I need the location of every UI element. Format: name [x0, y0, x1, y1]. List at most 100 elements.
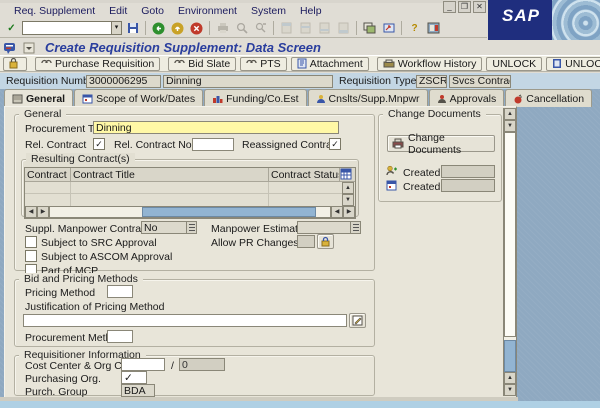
- tab-approvals[interactable]: Approvals: [428, 89, 505, 107]
- last-page-icon[interactable]: [335, 20, 352, 36]
- suppl-manpower-combo[interactable]: No: [141, 221, 197, 234]
- display-change-toggle-button[interactable]: [3, 56, 27, 71]
- scroll-up-icon[interactable]: ▲: [504, 108, 516, 120]
- allow-pr-changes-label: Allow PR Changes: [211, 237, 299, 249]
- tab-label: Cancellation: [526, 92, 585, 105]
- scroll-up-icon[interactable]: ▲: [342, 182, 354, 194]
- attachment-button[interactable]: Attachment: [290, 56, 369, 71]
- src-approval-checkbox[interactable]: [25, 236, 37, 248]
- pricing-method-input[interactable]: [107, 285, 133, 298]
- scrollbar-thumb[interactable]: [142, 207, 316, 217]
- button-label: Workflow History: [397, 57, 477, 70]
- first-page-icon[interactable]: [278, 20, 295, 36]
- req-type-code-field[interactable]: ZSCR: [416, 74, 447, 88]
- table-row[interactable]: [25, 182, 342, 194]
- rel-contract-label: Rel. Contract: [25, 139, 87, 151]
- menu-environment[interactable]: Environment: [178, 5, 237, 17]
- new-session-icon[interactable]: [361, 20, 378, 36]
- layout-menu-icon[interactable]: [23, 42, 35, 54]
- req-number-field[interactable]: 3000006295: [86, 74, 161, 88]
- cancel-icon[interactable]: [188, 20, 205, 36]
- save-icon[interactable]: [124, 20, 141, 36]
- minimize-icon[interactable]: _: [443, 1, 456, 13]
- lock-icon[interactable]: [317, 234, 334, 249]
- tab-scope-of-work-dates[interactable]: Scope of Work/Dates: [74, 89, 204, 107]
- unlock-justification-button[interactable]: UNLOCK JUSTIFICATION: [546, 56, 600, 71]
- req-type-text-field[interactable]: Svcs Contract by CD: [449, 74, 511, 88]
- tab-funding-co-est[interactable]: Funding/Co.Est: [204, 89, 307, 107]
- menu-goto[interactable]: Goto: [141, 5, 164, 17]
- find-next-icon[interactable]: [252, 20, 269, 36]
- print-icon[interactable]: [214, 20, 231, 36]
- scroll-left-icon[interactable]: ◀: [331, 206, 343, 218]
- req-title-field[interactable]: Dinning: [163, 74, 333, 88]
- menu-req-supplement[interactable]: Req. Supplement: [14, 5, 95, 17]
- separator-slash: /: [171, 360, 174, 372]
- column-header[interactable]: Contract No: [25, 168, 71, 181]
- dropdown-icon[interactable]: [350, 222, 360, 233]
- rel-contract-no-input[interactable]: [192, 138, 234, 151]
- menu-system[interactable]: System: [251, 5, 286, 17]
- command-input[interactable]: ▾: [22, 21, 122, 35]
- scroll-down-icon[interactable]: ▼: [504, 384, 516, 396]
- scrollbar-track[interactable]: [49, 206, 331, 218]
- reassigned-contract-label: Reassigned Contract: [242, 139, 341, 151]
- table-row[interactable]: [25, 194, 342, 206]
- scroll-right-icon[interactable]: ▶: [37, 206, 49, 218]
- scroll-down-icon[interactable]: ▼: [504, 120, 516, 132]
- menu-edit[interactable]: Edit: [109, 5, 127, 17]
- group-title: General: [19, 108, 67, 120]
- rel-contract-checkbox[interactable]: ✓: [93, 138, 105, 150]
- menu-help[interactable]: Help: [300, 5, 322, 17]
- scroll-up-icon[interactable]: ▲: [504, 372, 516, 384]
- pts-button[interactable]: PTS: [240, 56, 287, 71]
- purchasing-org-checkbox[interactable]: ✓: [121, 371, 147, 384]
- services-icon[interactable]: [4, 42, 19, 54]
- exit-icon[interactable]: [169, 20, 186, 36]
- tab-label: General: [26, 93, 66, 105]
- procurement-method-input[interactable]: [107, 330, 133, 343]
- table-settings-icon[interactable]: [340, 168, 353, 181]
- allow-pr-changes-field: [297, 235, 315, 248]
- dropdown-icon[interactable]: [186, 222, 196, 233]
- column-header[interactable]: Contract Title: [71, 168, 269, 181]
- purchase-requisition-button[interactable]: Purchase Requisition: [35, 56, 161, 71]
- cost-center-input[interactable]: [121, 358, 165, 371]
- back-icon[interactable]: [150, 20, 167, 36]
- command-history-icon[interactable]: ▾: [111, 22, 121, 34]
- suppl-manpower-label: Suppl. Manpower Contract: [25, 223, 150, 235]
- customize-layout-icon[interactable]: [425, 20, 442, 36]
- manpower-estimate-combo[interactable]: [297, 221, 361, 234]
- page-title: Create Requisition Supplement: Data Scre…: [45, 40, 321, 55]
- workflow-history-button[interactable]: Workflow History: [376, 56, 483, 71]
- general-group: General Procurement Title Dinning Rel. C…: [14, 108, 375, 277]
- status-bar: [0, 401, 600, 408]
- find-icon[interactable]: [233, 20, 250, 36]
- enter-icon[interactable]: ✓: [3, 20, 20, 36]
- scroll-down-icon[interactable]: ▼: [342, 194, 354, 206]
- close-icon[interactable]: ✕: [473, 1, 486, 13]
- standard-toolbar: ✓ ▾ ?: [0, 19, 487, 38]
- unlock-button[interactable]: UNLOCK: [486, 56, 543, 71]
- tab-cnslts-supp-mnpwr[interactable]: Cnslts/Supp.Mnpwr: [307, 89, 428, 107]
- scroll-right-icon[interactable]: ▶: [343, 206, 355, 218]
- prev-page-icon[interactable]: [297, 20, 314, 36]
- change-documents-icon: [392, 138, 404, 149]
- procurement-title-input[interactable]: Dinning: [93, 121, 339, 134]
- next-page-icon[interactable]: [316, 20, 333, 36]
- help-icon[interactable]: ?: [406, 20, 423, 36]
- resulting-contracts-table: Contract No Contract Title Contract Stat…: [24, 167, 356, 219]
- tab-cancellation[interactable]: Cancellation: [505, 89, 593, 107]
- bid-slate-button[interactable]: Bid Slate: [168, 56, 237, 71]
- scroll-left-icon[interactable]: ◀: [25, 206, 37, 218]
- scrollbar-thumb[interactable]: [504, 132, 516, 337]
- edit-icon[interactable]: [349, 313, 366, 328]
- goto-icon: [41, 59, 52, 68]
- column-header[interactable]: Contract Status: [269, 168, 340, 181]
- justification-input[interactable]: [23, 314, 347, 327]
- reassigned-contract-checkbox[interactable]: ✓: [329, 138, 341, 150]
- ascom-approval-checkbox[interactable]: [25, 250, 37, 262]
- restore-icon[interactable]: ❐: [458, 1, 471, 13]
- change-documents-button[interactable]: Change Documents: [387, 132, 495, 156]
- create-shortcut-icon[interactable]: [380, 20, 397, 36]
